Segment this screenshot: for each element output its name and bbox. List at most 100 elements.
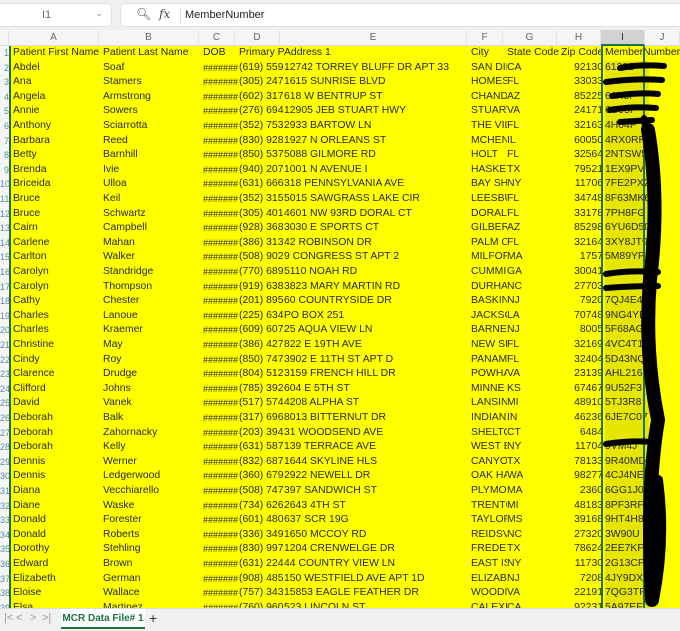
- cell-first-name[interactable]: Carolyn: [13, 280, 103, 295]
- cell-city[interactable]: MCHEN: [471, 134, 507, 149]
- row-header[interactable]: 23: [0, 367, 9, 382]
- cell-city[interactable]: GILBER: [471, 221, 507, 236]
- row-header[interactable]: 14: [0, 235, 9, 251]
- cell-dob[interactable]: #######: [203, 455, 239, 470]
- cell-city[interactable]: TAYLOF: [471, 513, 507, 528]
- cell-zip[interactable]: 7920: [561, 294, 603, 309]
- cell-address[interactable]: 8013 BITTERNUT DR: [284, 411, 471, 426]
- cell-last-name[interactable]: Forester: [103, 513, 203, 528]
- row-header[interactable]: 34: [0, 527, 9, 543]
- cell-last-name[interactable]: Drudge: [103, 367, 203, 382]
- cell-last-name[interactable]: Campbell: [103, 221, 203, 236]
- cell-first-name[interactable]: Donald: [13, 513, 103, 528]
- cell-state[interactable]: NY: [507, 177, 561, 192]
- cell-state[interactable]: CA: [507, 61, 561, 76]
- chevron-down-icon[interactable]: ⌄: [95, 8, 103, 19]
- cell-state[interactable]: TX: [507, 455, 561, 470]
- cell-dob[interactable]: #######: [203, 382, 239, 397]
- cell-phone[interactable]: (305) 401-: [239, 207, 284, 222]
- cell-zip[interactable]: 60050: [561, 134, 603, 149]
- cell-dob[interactable]: #######: [203, 528, 239, 543]
- formula-input[interactable]: 🔍︎ fx MemberNumber: [120, 3, 680, 27]
- cell-state[interactable]: FL: [507, 119, 561, 134]
- row-header[interactable]: 25: [0, 396, 9, 411]
- cell-city[interactable]: NEW SI: [471, 338, 507, 353]
- cell-member-number[interactable]: 8PF3RF: [605, 498, 649, 514]
- cell-dob[interactable]: #######: [203, 513, 239, 528]
- cell-zip[interactable]: 11704: [561, 440, 603, 455]
- cell-phone[interactable]: (336) 349-: [239, 528, 284, 543]
- next-sheet-button[interactable]: >: [30, 612, 36, 624]
- cell-phone[interactable]: (276) 694-: [239, 104, 284, 119]
- cell-first-name[interactable]: Charles: [13, 323, 103, 338]
- cell-address[interactable]: 12742 TORREY BLUFF DR APT 33: [284, 61, 471, 76]
- cell-address[interactable]: 5088 GILMORE RD: [284, 148, 471, 163]
- cell-phone[interactable]: (919) 638-: [239, 280, 284, 295]
- cell-city[interactable]: JACKSC: [471, 309, 507, 324]
- row-header[interactable]: 37: [0, 571, 9, 587]
- cell-state[interactable]: VA: [507, 586, 561, 601]
- cell-dob[interactable]: #######: [203, 75, 239, 90]
- cell-address[interactable]: 3159 FRENCH HILL DR: [284, 367, 471, 382]
- cell-first-name[interactable]: Cairn: [13, 221, 103, 236]
- cell-city[interactable]: SHELTO: [471, 426, 507, 441]
- cell-member-number[interactable]: 4CJ4NE: [605, 469, 649, 484]
- fx-icon[interactable]: fx: [159, 7, 170, 21]
- row-header[interactable]: 20: [0, 323, 9, 338]
- column-header-e[interactable]: E: [280, 30, 467, 46]
- cell-first-name[interactable]: Cathy: [13, 294, 103, 309]
- cell-phone[interactable]: (619) 559-: [239, 61, 284, 76]
- cell-state[interactable]: VA: [507, 367, 561, 382]
- cell-header-state[interactable]: State Code: [507, 46, 561, 61]
- cell-address[interactable]: 523 LINCOLN ST: [284, 601, 471, 608]
- cell-member-number[interactable]: 6C95F: [605, 104, 649, 119]
- cell-city[interactable]: BAY SH: [471, 177, 507, 192]
- cell-header-zip[interactable]: Zip Code: [561, 46, 605, 61]
- row-header[interactable]: 3: [0, 75, 9, 90]
- cell-address[interactable]: PO BOX 251: [284, 309, 471, 324]
- cell-member-number[interactable]: 6JE7C07: [605, 411, 649, 426]
- cell-last-name[interactable]: Mahan: [103, 236, 203, 251]
- cell-state[interactable]: NC: [507, 528, 561, 543]
- cell-city[interactable]: STUART: [471, 104, 507, 119]
- cell-member-number[interactable]: 9HT4H8: [605, 513, 649, 528]
- cell-dob[interactable]: #######: [203, 250, 239, 265]
- cell-dob[interactable]: #######: [203, 586, 239, 601]
- row-header[interactable]: 5: [0, 104, 9, 119]
- cell-zip[interactable]: 32163: [561, 119, 603, 134]
- cell-address[interactable]: 1650 MCCOY RD: [284, 528, 471, 543]
- column-header-h[interactable]: H: [557, 30, 601, 46]
- cell-phone[interactable]: (508) 902-: [239, 250, 284, 265]
- row-header[interactable]: 31: [0, 484, 9, 499]
- cell-zip[interactable]: 32564: [561, 148, 603, 163]
- cell-member-number[interactable]: [605, 425, 649, 441]
- cell-last-name[interactable]: Stamers: [103, 75, 203, 90]
- row-header[interactable]: 9: [0, 162, 9, 178]
- cell-state[interactable]: IL: [507, 134, 561, 149]
- cell-header-phone[interactable]: Primary P: [239, 46, 284, 61]
- cell-address[interactable]: 42 ROBINSON DR: [284, 236, 471, 251]
- cell-city[interactable]: DURHA: [471, 280, 507, 295]
- cell-dob[interactable]: #######: [203, 469, 239, 484]
- cell-first-name[interactable]: Donald: [13, 528, 103, 543]
- row-header[interactable]: 4: [0, 89, 9, 105]
- cell-first-name[interactable]: Diane: [13, 499, 103, 514]
- cell-first-name[interactable]: Eloise: [13, 586, 103, 601]
- cell-member-number[interactable]: 3W90U: [605, 527, 649, 543]
- cell-phone[interactable]: (386) 427-: [239, 338, 284, 353]
- cell-zip[interactable]: 30041: [561, 265, 603, 280]
- add-sheet-button[interactable]: +: [149, 610, 157, 626]
- cell-phone[interactable]: (631) 224-: [239, 557, 284, 572]
- cell-last-name[interactable]: Roy: [103, 353, 203, 368]
- row-header[interactable]: 7: [0, 133, 9, 149]
- cell-phone[interactable]: (305) 247-: [239, 75, 284, 90]
- cell-zip[interactable]: 1757: [561, 250, 603, 265]
- sheet-tab-mcr-data-file-1[interactable]: MCR Data File# 1: [61, 609, 145, 629]
- cell-first-name[interactable]: Betty: [13, 148, 103, 163]
- cell-dob[interactable]: #######: [203, 163, 239, 178]
- cell-header-dob[interactable]: DOB: [203, 46, 239, 61]
- cell-first-name[interactable]: Cindy: [13, 353, 103, 368]
- cell-city[interactable]: HASKEL: [471, 163, 507, 178]
- cell-state[interactable]: KS: [507, 382, 561, 397]
- cell-member-number[interactable]: 2NTSW5: [605, 148, 649, 163]
